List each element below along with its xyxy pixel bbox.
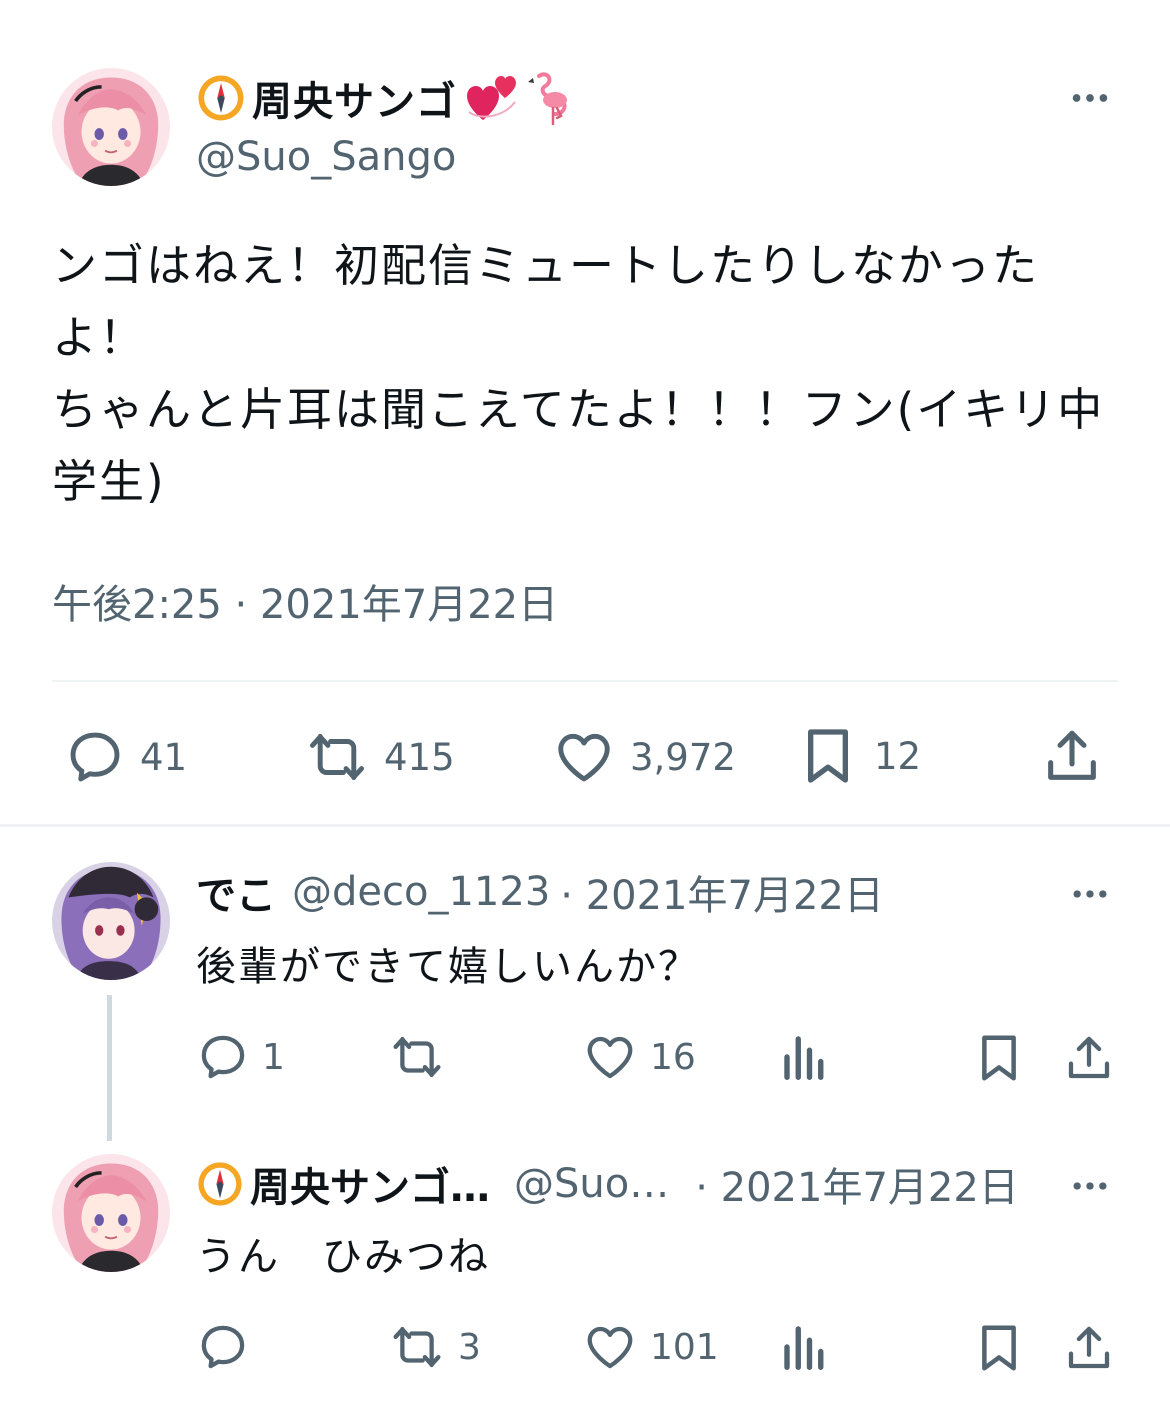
more-icon — [1067, 75, 1113, 121]
like-count: 3,972 — [630, 735, 736, 779]
reply-icon — [64, 726, 126, 788]
retweet-button[interactable] — [388, 1030, 458, 1084]
views-icon — [778, 1320, 832, 1374]
retweet-icon — [304, 726, 370, 788]
divider — [52, 680, 1118, 682]
bookmark-button[interactable]: 12 — [796, 724, 921, 788]
tweet-text-line: よ！ — [52, 311, 147, 364]
reply-text: うん ひみつね — [196, 1234, 490, 1280]
share-button[interactable] — [1062, 1030, 1116, 1086]
reply-date[interactable]: · 2021年7月22日 — [560, 863, 884, 921]
reply-more-button[interactable] — [1060, 1166, 1120, 1206]
share-button[interactable] — [1062, 1320, 1116, 1376]
retweet-button[interactable]: 415 — [304, 726, 455, 788]
tweet-text-line: ちゃんと片耳は聞こえてたよ！！！フン(イキリ中 — [52, 383, 1105, 436]
reply-header: 周央サンゴ… @Suo… · 2021年7月22日 — [196, 1156, 1019, 1212]
bookmark-icon — [796, 724, 860, 788]
bookmark-button[interactable] — [972, 1320, 1026, 1376]
like-button[interactable]: 16 — [582, 1030, 696, 1084]
reply-header: でこ @deco_1123 · 2021年7月22日 — [196, 864, 884, 920]
flamingo-emoji-icon — [525, 70, 577, 126]
retweet-count: 415 — [384, 735, 455, 779]
retweet-icon — [388, 1030, 446, 1084]
like-count: 16 — [650, 1036, 696, 1078]
views-icon — [778, 1030, 832, 1084]
views-button[interactable] — [778, 1320, 832, 1374]
reply-author-avatar[interactable] — [52, 862, 170, 980]
tweet-text-line: 学生) — [52, 455, 166, 508]
tweet-timestamp[interactable]: 午後2:25 · 2021年7月22日 — [52, 572, 558, 630]
compass-emoji-icon — [196, 73, 246, 123]
reply-author-handle[interactable]: @deco_1123 — [292, 869, 550, 915]
tweet-text: ンゴはねえ！初配信ミュートしたりしなかった よ！ ちゃんと片耳は聞こえてたよ！！… — [52, 230, 1132, 518]
reply-icon — [196, 1030, 250, 1084]
reply-author-handle[interactable]: @Suo… — [514, 1161, 669, 1207]
reply-text: 後輩ができて嬉しいんか？ — [196, 944, 700, 990]
reply-button[interactable]: 1 — [196, 1030, 285, 1084]
two-hearts-emoji-icon — [463, 72, 519, 124]
reply-icon — [196, 1320, 250, 1374]
author-handle[interactable]: @Suo_Sango — [196, 134, 456, 180]
more-icon — [1068, 1164, 1112, 1208]
reply-count: 41 — [140, 735, 188, 779]
reply-button[interactable] — [196, 1320, 262, 1374]
like-count: 101 — [650, 1326, 719, 1368]
reply-more-button[interactable] — [1060, 874, 1120, 914]
like-icon — [582, 1030, 638, 1084]
bookmark-button[interactable] — [972, 1030, 1026, 1086]
more-icon — [1068, 872, 1112, 916]
more-options-button[interactable] — [1060, 78, 1120, 118]
thread-line — [107, 995, 112, 1141]
author-avatar[interactable] — [52, 68, 170, 186]
bookmark-icon — [972, 1030, 1026, 1086]
like-button[interactable]: 101 — [582, 1320, 719, 1374]
reply-author-avatar[interactable] — [52, 1154, 170, 1272]
reply-date[interactable]: · 2021年7月22日 — [695, 1155, 1019, 1213]
retweet-count: 3 — [458, 1326, 481, 1368]
like-icon — [582, 1320, 638, 1374]
author-name-row[interactable]: 周央サンゴ — [196, 70, 577, 126]
reply-count: 1 — [262, 1036, 285, 1078]
retweet-button[interactable]: 3 — [388, 1320, 481, 1374]
share-icon — [1040, 724, 1104, 788]
reply-button[interactable]: 41 — [64, 726, 187, 788]
bookmark-count: 12 — [874, 734, 922, 778]
share-icon — [1062, 1320, 1116, 1376]
reply-author-name[interactable]: でこ — [196, 863, 276, 921]
divider — [0, 824, 1170, 827]
like-button[interactable]: 3,972 — [552, 726, 736, 788]
bookmark-icon — [972, 1320, 1026, 1376]
share-button[interactable] — [1040, 724, 1104, 788]
views-button[interactable] — [778, 1030, 832, 1084]
compass-emoji-icon — [196, 1160, 244, 1208]
tweet-text-line: ンゴはねえ！初配信ミュートしたりしなかった — [52, 239, 1040, 292]
share-icon — [1062, 1030, 1116, 1086]
reply-author-name[interactable]: 周央サンゴ… — [250, 1155, 490, 1213]
author-display-name[interactable]: 周央サンゴ — [252, 69, 457, 127]
retweet-icon — [388, 1320, 446, 1374]
like-icon — [552, 726, 616, 788]
